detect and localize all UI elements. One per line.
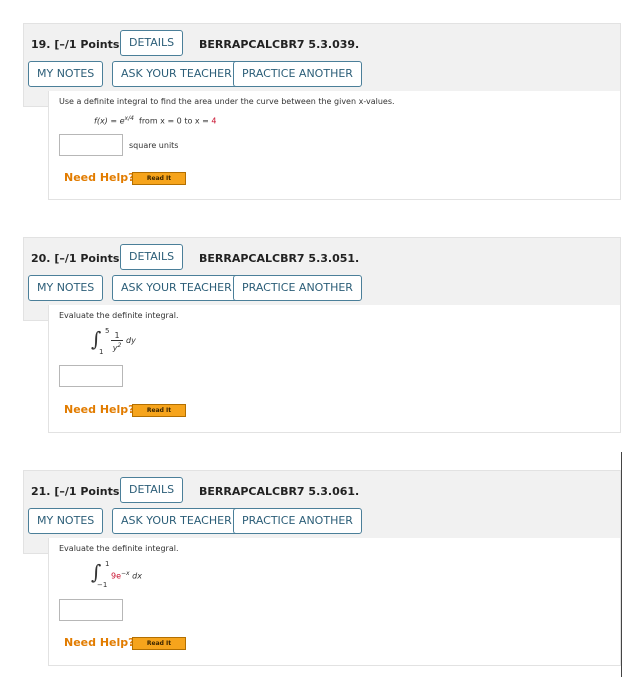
my-notes-button[interactable]: MY NOTES xyxy=(28,508,104,534)
practice-another-button[interactable]: PRACTICE ANOTHER xyxy=(233,275,362,301)
my-notes-button[interactable]: MY NOTES xyxy=(28,275,104,301)
question-prompt: Evaluate the definite integral. xyxy=(59,544,179,553)
from-text: from x = 0 to x = xyxy=(139,116,209,126)
question-body: Evaluate the definite integral. ∫ 5 1 1 … xyxy=(48,305,621,433)
denominator-exp: 2 xyxy=(117,342,122,349)
units-label: square units xyxy=(129,141,179,150)
fx-text: f(x) = e xyxy=(94,116,125,126)
upper-limit: 1 xyxy=(105,560,110,568)
scrollbar-edge xyxy=(621,452,622,677)
integrand: 9e−x dx xyxy=(111,570,142,581)
lower-limit: 1 xyxy=(99,348,104,356)
read-it-button[interactable]: Read It xyxy=(132,172,186,185)
my-notes-button[interactable]: MY NOTES xyxy=(28,61,104,87)
details-button[interactable]: DETAILS xyxy=(120,477,184,503)
question-code: BERRAPCALCBR7 5.3.051. xyxy=(199,252,360,265)
lower-limit: −1 xyxy=(97,581,108,589)
denominator: y2 xyxy=(111,341,123,354)
question-body: Use a definite integral to find the area… xyxy=(48,91,621,200)
answer-input[interactable] xyxy=(59,365,123,387)
numerator: 1 xyxy=(111,331,123,341)
function-expression: f(x) = ex/4 from x = 0 to x = 4 xyxy=(94,115,217,126)
ask-teacher-button[interactable]: ASK YOUR TEACHER xyxy=(112,275,241,301)
answer-input[interactable] xyxy=(59,134,123,156)
question-title: 20. [–/1 Points] xyxy=(31,252,125,265)
details-button[interactable]: DETAILS xyxy=(120,30,184,56)
question-title: 21. [–/1 Points] xyxy=(31,485,125,498)
differential: dx xyxy=(132,571,142,581)
practice-another-button[interactable]: PRACTICE ANOTHER xyxy=(233,508,362,534)
coefficient: 9e xyxy=(111,571,122,581)
question-body: Evaluate the definite integral. ∫ 1 −1 9… xyxy=(48,538,621,666)
to-value: 4 xyxy=(211,116,217,126)
question-code: BERRAPCALCBR7 5.3.061. xyxy=(199,485,360,498)
differential: dy xyxy=(126,336,136,345)
question-21: 21. [–/1 Points] DETAILS BERRAPCALCBR7 5… xyxy=(23,470,621,666)
read-it-button[interactable]: Read It xyxy=(132,404,186,417)
question-20: 20. [–/1 Points] DETAILS BERRAPCALCBR7 5… xyxy=(23,237,621,433)
ask-teacher-button[interactable]: ASK YOUR TEACHER xyxy=(112,61,241,87)
read-it-button[interactable]: Read It xyxy=(132,637,186,650)
ask-teacher-button[interactable]: ASK YOUR TEACHER xyxy=(112,508,241,534)
exponent: x/4 xyxy=(124,115,134,122)
exponent: −x xyxy=(121,570,130,577)
question-prompt: Evaluate the definite integral. xyxy=(59,311,179,320)
question-19: 19. [–/1 Points] DETAILS BERRAPCALCBR7 5… xyxy=(23,23,621,200)
answer-input[interactable] xyxy=(59,599,123,621)
practice-another-button[interactable]: PRACTICE ANOTHER xyxy=(233,61,362,87)
need-help-label: Need Help? xyxy=(64,403,135,416)
upper-limit: 5 xyxy=(105,327,110,335)
details-button[interactable]: DETAILS xyxy=(120,244,184,270)
question-prompt: Use a definite integral to find the area… xyxy=(59,97,395,106)
question-title: 19. [–/1 Points] xyxy=(31,38,125,51)
question-code: BERRAPCALCBR7 5.3.039. xyxy=(199,38,360,51)
integrand-fraction: 1 y2 xyxy=(111,331,123,354)
need-help-label: Need Help? xyxy=(64,171,135,184)
need-help-label: Need Help? xyxy=(64,636,135,649)
